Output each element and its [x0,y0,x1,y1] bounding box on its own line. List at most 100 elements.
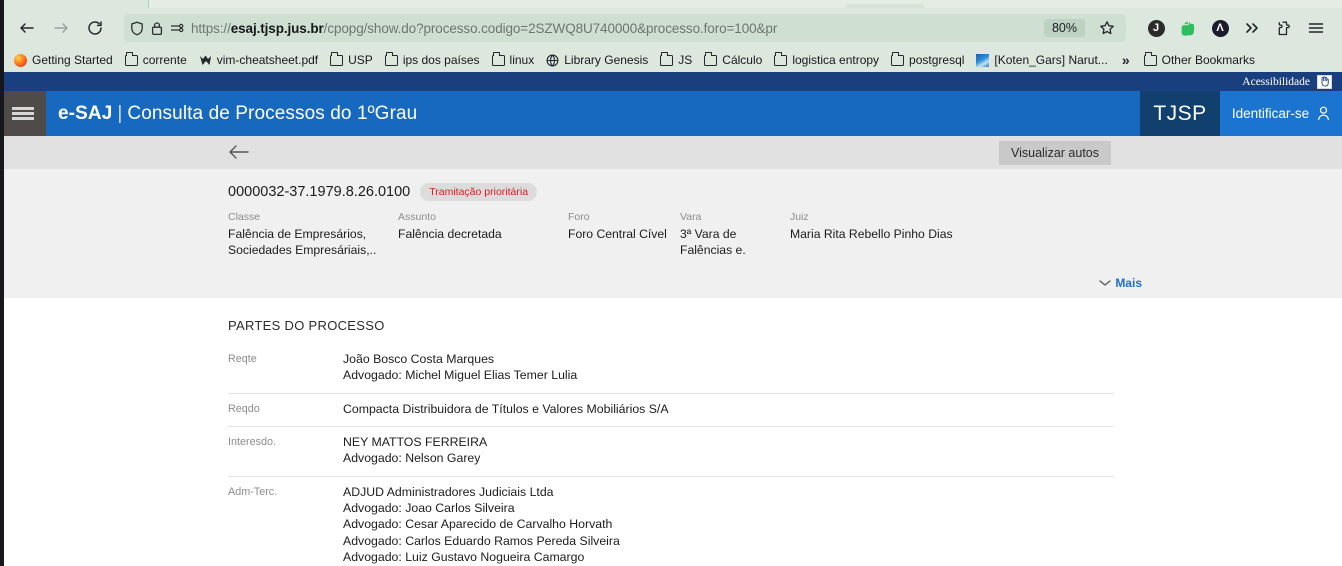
field-value: 3ª Vara de Falências e. [680,227,746,257]
globe-icon [546,54,559,67]
page-content: Acessibilidade e-SAJ | Consulta de Proce… [0,72,1342,566]
party-lawyer: Advogado: Luiz Gustavo Nogueira Camargo [343,550,585,565]
field-value: Falência de Empresários, Sociedades Empr… [228,227,377,257]
star-icon[interactable] [1094,20,1120,36]
lock-icon[interactable] [151,21,163,36]
bookmark-postgresql[interactable]: postgresql [885,51,970,69]
bookmark-usp[interactable]: USP [324,51,379,69]
process-field-vara: Vara 3ª Vara de Falências e. [680,211,790,258]
bookmark-label: Getting Started [32,53,113,67]
address-bar[interactable]: https://esaj.tjsp.jus.br/cpopg/show.do?p… [124,14,1126,42]
party-name: NEY MATTOS FERREIRA [343,435,488,450]
field-value: Falência decretada [398,227,502,241]
bookmark-linux[interactable]: linux [486,51,541,69]
bookmark-ips-dos-paises[interactable]: ips dos países [379,51,486,69]
image-icon [976,53,990,67]
table-row: Interesdo. NEY MATTOS FERREIRA Advogado:… [228,427,1114,477]
accessibility-bar: Acessibilidade [0,72,1342,91]
bookmark-label: JS [678,53,693,67]
hand-accessibility-icon[interactable] [1317,74,1332,89]
process-more-link[interactable]: Mais [1099,276,1142,290]
process-field-assunto: Assunto Falência decretada [398,211,568,258]
anaconda-extension-icon[interactable]: Λ [1204,13,1236,43]
evernote-extension-icon[interactable] [1172,13,1204,43]
esaj-title: e-SAJ | Consulta de Processos do 1ºGrau [46,91,1140,136]
account-avatar-icon[interactable]: J [1140,13,1172,43]
extensions-puzzle-icon[interactable] [1268,13,1300,43]
party-role: Reqte [228,353,257,365]
visualizar-autos-button[interactable]: Visualizar autos [998,141,1111,165]
table-row: Adm-Terc. ADJUD Administradores Judiciai… [228,477,1114,566]
esaj-subtitle: Consulta de Processos do 1ºGrau [127,102,418,124]
avatar: J [1147,19,1165,37]
bookmark-label: Other Bookmarks [1161,53,1255,67]
zoom-level-indicator[interactable]: 80% [1043,19,1085,37]
active-tab[interactable] [149,0,1342,8]
party-body: Compacta Distribuidora de Títulos e Valo… [343,401,1114,417]
more-label: Mais [1115,276,1142,290]
overflow-chevrons-icon[interactable] [1236,13,1268,43]
bookmark-vim-cheatsheet[interactable]: vim-cheatsheet.pdf [193,51,324,69]
bookmark-getting-started[interactable]: Getting Started [8,51,119,69]
bookmark-koten-gars-naruto[interactable]: [Koten_Gars] Narut... [970,51,1113,69]
folder-icon [891,52,905,66]
party-lawyer: Advogado: Michel Miguel Elias Temer Luli… [343,368,578,383]
login-button[interactable]: Identificar-se [1220,91,1342,136]
bookmark-label: postgresql [909,53,965,67]
esaj-brand: e-SAJ [58,102,113,124]
accessibility-label[interactable]: Acessibilidade [1242,76,1310,88]
chevron-down-icon [1099,276,1111,290]
forward-button[interactable] [44,13,78,43]
tjsp-logo[interactable]: TJSP [1140,91,1220,136]
page-permissions-icon[interactable] [170,22,184,34]
process-fields: Classe Falência de Empresários, Sociedad… [228,211,1142,258]
bookmark-js[interactable]: JS [654,51,698,69]
field-label: Juiz [790,211,809,223]
bookmark-logistica-entropy[interactable]: logistica entropy [768,51,885,69]
bookmarks-bar: Getting Started corrente vim-cheatsheet.… [0,48,1342,72]
parties-section: PARTES DO PROCESSO Reqte João Bosco Cost… [0,298,1342,566]
bookmark-calculo[interactable]: Cálculo [698,51,768,69]
esaj-header: e-SAJ | Consulta de Processos do 1ºGrau … [0,91,1342,136]
process-number: 0000032-37.1979.8.26.0100 [228,184,411,200]
bookmark-label: vim-cheatsheet.pdf [216,53,319,67]
folder-icon [660,52,674,66]
table-row: Reqte João Bosco Costa Marques Advogado:… [228,344,1114,394]
page-toolbar: Visualizar autos [0,136,1342,169]
bookmark-label: Cálculo [722,53,763,67]
bookmarks-overflow-icon[interactable]: » [1114,52,1138,68]
bookmark-label: Library Genesis [564,53,649,67]
field-label: Foro [568,211,590,223]
shield-icon[interactable] [130,21,144,36]
party-name: João Bosco Costa Marques [343,352,495,366]
bookmark-label: logistica entropy [792,53,880,67]
party-body: ADJUD Administradores Judiciais Ltda Adv… [343,484,1114,566]
hamburger-menu-icon[interactable] [0,91,46,136]
browser-window: https://esaj.tjsp.jus.br/cpopg/show.do?p… [0,0,1342,566]
bookmark-label: [Koten_Gars] Narut... [994,53,1108,67]
bookmark-library-genesis[interactable]: Library Genesis [540,51,654,69]
party-role: Adm-Terc. [228,485,278,498]
parties-inner: PARTES DO PROCESSO Reqte João Bosco Cost… [228,318,1114,566]
folder-icon [384,52,398,66]
folder-icon [1143,52,1157,66]
toolbar-extensions: J Λ [1132,13,1332,43]
process-summary: 0000032-37.1979.8.26.0100 Tramitação pri… [0,169,1342,298]
bookmark-other-bookmarks[interactable]: Other Bookmarks [1138,51,1261,69]
url-host: esaj.tjsp.jus.br [230,20,324,36]
url-text[interactable]: https://esaj.tjsp.jus.br/cpopg/show.do?p… [191,21,1037,36]
page-back-arrow-icon[interactable] [228,143,250,166]
folder-icon [330,52,344,66]
reload-button[interactable] [78,13,112,43]
party-role: Reqdo [228,402,260,415]
app-menu-icon[interactable] [1300,13,1332,43]
process-field-foro: Foro Foro Central Cível [568,211,680,258]
party-body: João Bosco Costa Marques Advogado: Miche… [343,351,1114,384]
back-button[interactable] [10,13,44,43]
parties-title: PARTES DO PROCESSO [228,318,385,333]
tab-strip [0,0,1342,10]
bookmark-label: USP [348,53,373,67]
bookmark-label: linux [509,53,535,67]
bookmark-corrente[interactable]: corrente [119,51,193,69]
user-icon [1317,106,1330,121]
